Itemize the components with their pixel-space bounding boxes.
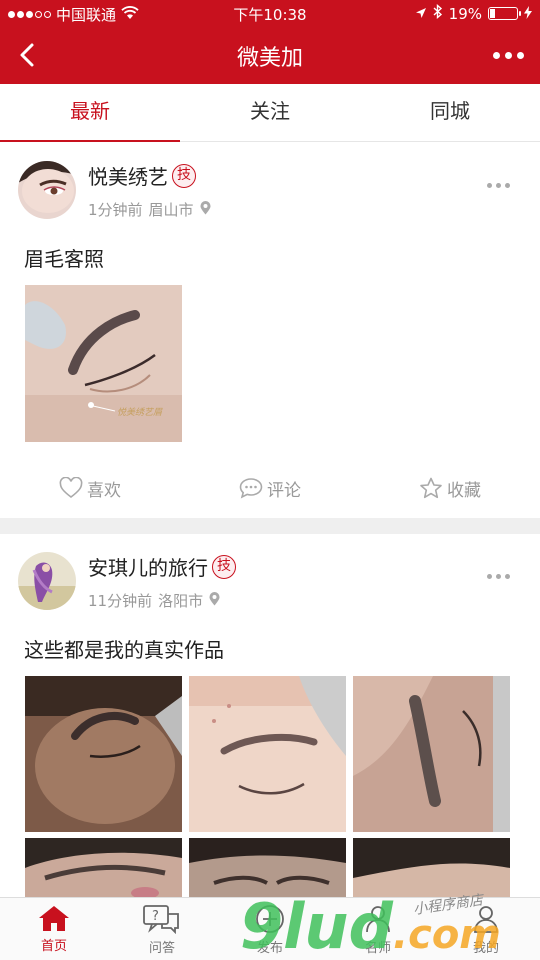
post-time: 1分钟前	[88, 201, 143, 219]
post-more-button[interactable]	[487, 574, 510, 579]
post-meta: 11分钟前 洛阳市	[88, 590, 220, 611]
author-name: 安琪儿的旅行	[88, 556, 208, 580]
question-chat-icon: ?	[143, 905, 179, 934]
post-title: 眉毛客照	[24, 247, 104, 271]
location-pin-icon	[200, 200, 211, 219]
tabbar-label: 我的	[472, 941, 499, 956]
post-divider	[0, 518, 540, 534]
location-pin-icon	[209, 591, 220, 610]
avatar[interactable]	[18, 552, 76, 610]
nav-bar: 微美加	[0, 28, 540, 84]
post-photo[interactable]	[189, 838, 346, 897]
tabbar-profile[interactable]: 我的	[432, 898, 540, 960]
like-button[interactable]: 喜欢	[0, 473, 180, 503]
post-title: 这些都是我的真实作品	[24, 638, 224, 662]
post-more-button[interactable]	[487, 183, 510, 188]
more-options-button[interactable]	[493, 42, 524, 68]
heart-icon	[59, 477, 83, 499]
tabbar-label: 名师	[364, 941, 391, 956]
post-city: 洛阳市	[158, 592, 204, 610]
comment-button[interactable]: 评论	[180, 473, 360, 503]
profile-icon	[474, 906, 498, 933]
like-label: 喜欢	[87, 480, 121, 501]
charging-icon	[524, 5, 532, 23]
bottom-tab-bar: 首页 ? 问答 发布 名师 我的	[0, 897, 540, 960]
post-photo[interactable]	[353, 838, 510, 897]
page-title: 微美加	[236, 46, 303, 71]
tabbar-masters[interactable]: 名师	[324, 898, 432, 960]
post-card[interactable]: 安琪儿的旅行 技 11分钟前 洛阳市 这些都是我的真实作品	[0, 534, 540, 897]
tab-following[interactable]: 关注	[180, 84, 360, 141]
bluetooth-icon	[433, 3, 443, 23]
post-time: 11分钟前	[88, 592, 153, 610]
tabbar-label: 发布	[256, 941, 283, 956]
teacher-icon	[366, 906, 390, 933]
post-city: 眉山市	[148, 201, 194, 219]
tabbar-home[interactable]: 首页	[0, 898, 108, 960]
post-author[interactable]: 悦美绣艺 技	[88, 161, 196, 190]
author-name: 悦美绣艺	[88, 165, 168, 189]
post-actions: 喜欢 评论 收藏	[0, 473, 540, 503]
tab-same-city[interactable]: 同城	[360, 84, 540, 141]
tab-latest[interactable]: 最新	[0, 84, 180, 142]
favorite-label: 收藏	[447, 480, 481, 501]
post-author[interactable]: 安琪儿的旅行 技	[88, 552, 236, 581]
location-arrow-icon	[415, 5, 427, 23]
technician-badge: 技	[172, 163, 196, 188]
home-icon	[39, 906, 69, 931]
battery-percent: 19%	[448, 4, 482, 23]
add-circle-icon	[256, 905, 284, 933]
comment-icon	[239, 478, 263, 499]
feed-tabs: 最新 关注 同城	[0, 84, 540, 142]
comment-label: 评论	[267, 480, 301, 501]
favorite-button[interactable]: 收藏	[360, 473, 540, 503]
post-meta: 1分钟前 眉山市	[88, 199, 211, 220]
post-photo[interactable]	[353, 676, 510, 832]
post-card[interactable]: 悦美绣艺 技 1分钟前 眉山市 眉毛客照 悦美绣艺眉 喜欢 评论 收藏	[0, 143, 540, 518]
svg-text:?: ?	[152, 909, 159, 924]
photo-signature: 悦美绣艺眉	[117, 407, 163, 418]
star-icon	[420, 477, 442, 499]
tabbar-qa[interactable]: ? 问答	[108, 898, 216, 960]
avatar[interactable]	[18, 161, 76, 219]
post-photo[interactable]	[189, 676, 346, 832]
tabbar-publish[interactable]: 发布	[216, 898, 324, 960]
post-photo[interactable]	[25, 676, 182, 832]
tabbar-label: 首页	[40, 939, 67, 954]
technician-badge: 技	[212, 554, 236, 579]
status-bar: 中国联通 下午10:38 19%	[0, 0, 540, 28]
tabbar-label: 问答	[148, 941, 175, 956]
battery-icon	[488, 7, 521, 20]
post-photo[interactable]: 悦美绣艺眉	[25, 285, 182, 442]
feed-list[interactable]: 悦美绣艺 技 1分钟前 眉山市 眉毛客照 悦美绣艺眉 喜欢 评论 收藏 安琪儿的…	[0, 143, 540, 897]
post-photo[interactable]	[25, 838, 182, 897]
